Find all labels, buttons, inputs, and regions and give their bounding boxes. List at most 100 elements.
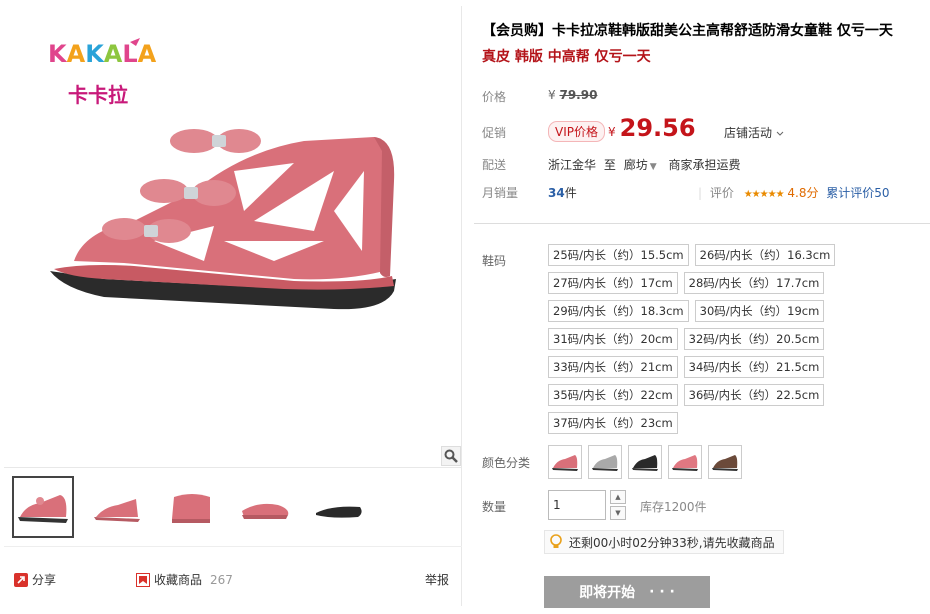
svg-text:KAKALA: KAKALA xyxy=(48,40,157,68)
sandal-swatch-icon xyxy=(712,455,738,471)
size-option[interactable]: 29码/内长（约）18.3cm xyxy=(548,300,689,322)
size-option[interactable]: 31码/内长（约）20cm xyxy=(548,328,678,350)
color-swatch[interactable] xyxy=(708,445,742,479)
shop-activity-label: 店铺活动 xyxy=(724,126,773,140)
product-title: 【会员购】卡卡拉凉鞋韩版甜美公主高帮舒适防滑女童鞋 仅亏一天 xyxy=(482,23,893,39)
favorite-count: 267 xyxy=(210,572,233,587)
report-link[interactable]: 举报 xyxy=(425,571,449,588)
caret-down-icon: ▼ xyxy=(615,509,621,517)
brand-logo: KAKALA 卡卡拉 xyxy=(48,36,158,108)
size-label: 鞋码 xyxy=(482,254,507,268)
countdown-notice: 还剩00小时02分钟33秒,请先收藏商品 xyxy=(544,530,784,554)
coming-soon-label: 即将开始 xyxy=(579,585,636,601)
product-gallery: KAKALA 卡卡拉 分享 收藏商品 267 举报 xyxy=(4,6,462,606)
zoom-button[interactable] xyxy=(441,446,461,466)
size-option[interactable]: 27码/内长（约）17cm xyxy=(548,272,678,294)
stock-info: 库存1200件 xyxy=(640,500,707,514)
quantity-input[interactable] xyxy=(548,490,606,520)
favorite-label: 收藏商品 xyxy=(154,573,203,587)
size-option[interactable]: 28码/内长（约）17.7cm xyxy=(683,272,825,294)
shipping-from: 浙江金华 xyxy=(548,158,597,172)
coming-soon-button[interactable]: 即将开始 · · · xyxy=(544,576,710,608)
monthly-sales-count: 34 xyxy=(548,186,565,200)
favorite-link[interactable]: 收藏商品 267 xyxy=(136,571,233,588)
sandal-thumb-icon xyxy=(242,503,289,519)
promo-price-value: 29.56 xyxy=(619,114,696,142)
vip-price-badge: VIP价格 xyxy=(548,121,605,142)
size-option[interactable]: 37码/内长（约）23cm xyxy=(548,412,678,434)
sandal-sole-thumb-icon xyxy=(316,506,362,518)
thumbnail-4[interactable] xyxy=(234,476,296,538)
color-swatch[interactable] xyxy=(628,445,662,479)
original-price-value: 79.90 xyxy=(559,88,598,102)
shipping-to-word: 至 xyxy=(603,158,616,172)
color-options xyxy=(548,445,742,479)
sandal-thumb-icon xyxy=(94,499,140,522)
sandal-swatch-icon xyxy=(552,455,578,471)
shipping-fee: 商家承担运费 xyxy=(668,158,741,172)
quantity-decrease-button[interactable]: ▼ xyxy=(610,506,626,520)
sandal-swatch-icon xyxy=(632,455,658,471)
color-swatch[interactable] xyxy=(668,445,702,479)
size-option[interactable]: 33码/内长（约）21cm xyxy=(548,356,678,378)
shipping-destination: 廊坊 xyxy=(623,158,648,172)
size-option[interactable]: 25码/内长（约）15.5cm xyxy=(548,244,689,266)
sandal-thumb-icon xyxy=(172,494,210,523)
main-product-image[interactable]: KAKALA 卡卡拉 xyxy=(4,6,462,468)
chevron-down-icon xyxy=(776,131,784,136)
size-option[interactable]: 34码/内长（约）21.5cm xyxy=(683,356,825,378)
lightbulb-icon xyxy=(550,534,562,548)
shipping-destination-select[interactable]: 廊坊 ▼ xyxy=(624,158,665,172)
rating-divider: | xyxy=(698,186,703,200)
shipping-label: 配送 xyxy=(482,158,507,172)
currency-symbol: ¥ xyxy=(548,88,556,102)
thumbnail-2[interactable] xyxy=(86,476,148,538)
caret-down-icon: ▼ xyxy=(649,162,657,172)
size-option[interactable]: 26码/内长（约）16.3cm xyxy=(694,244,836,266)
share-icon xyxy=(14,572,28,587)
product-subtitle: 真皮 韩版 中高帮 仅亏一天 xyxy=(482,49,651,65)
color-label: 颜色分类 xyxy=(482,456,531,470)
color-swatch[interactable] xyxy=(588,445,622,479)
rating-score: 4.8分 xyxy=(787,186,819,200)
brand-logo-wordmark: KAKALA xyxy=(48,38,157,68)
color-swatch[interactable] xyxy=(548,445,582,479)
size-option[interactable]: 32码/内长（约）20.5cm xyxy=(683,328,825,350)
price-label: 价格 xyxy=(482,90,507,104)
monthly-sales-label: 月销量 xyxy=(482,186,519,200)
original-price: ¥ 79.90 xyxy=(548,88,597,102)
monthly-sales: 34件 xyxy=(548,184,577,201)
share-label: 分享 xyxy=(32,573,57,587)
magnifier-icon xyxy=(444,449,458,463)
countdown-text: 还剩00小时02分钟33秒,请先收藏商品 xyxy=(569,535,775,550)
sandal-illustration xyxy=(44,111,404,316)
promo-currency-symbol: ¥ xyxy=(608,125,616,139)
favorite-icon xyxy=(136,572,150,587)
rating-label: 评价 xyxy=(709,186,734,200)
promo-label: 促销 xyxy=(482,126,507,140)
thumbnail-3[interactable] xyxy=(160,476,222,538)
review-count-link[interactable]: 累计评价50 xyxy=(826,186,889,200)
thumbnail-1[interactable] xyxy=(12,476,74,538)
report-label: 举报 xyxy=(425,573,450,587)
rating-info: | 评价 ★★★★★ 4.8分 累计评价50 xyxy=(698,184,890,201)
product-info-panel: 【会员购】卡卡拉凉鞋韩版甜美公主高帮舒适防滑女童鞋 仅亏一天 真皮 韩版 中高帮… xyxy=(474,0,930,614)
sandal-swatch-icon xyxy=(672,455,698,471)
quantity-increase-button[interactable]: ▲ xyxy=(610,490,626,504)
share-link[interactable]: 分享 xyxy=(14,571,56,588)
size-option[interactable]: 30码/内长（约）19cm xyxy=(694,300,825,322)
quantity-label: 数量 xyxy=(482,500,507,514)
size-option[interactable]: 35码/内长（约）22cm xyxy=(548,384,678,406)
star-rating-icon: ★★★★★ xyxy=(743,189,785,200)
shop-activity-dropdown[interactable]: 店铺活动 xyxy=(724,124,784,141)
price-section: 价格 ¥ 79.90 促销 VIP价格 ¥29.56 店铺活动 配送 浙江金华 … xyxy=(474,76,930,224)
brand-name-cn: 卡卡拉 xyxy=(68,83,128,107)
thumbnail-5[interactable] xyxy=(308,476,370,538)
gallery-footer: 分享 收藏商品 267 举报 xyxy=(4,546,462,606)
sandal-swatch-icon xyxy=(592,455,618,471)
promo-price: ¥29.56 xyxy=(608,114,696,142)
size-option[interactable]: 36码/内长（约）22.5cm xyxy=(683,384,825,406)
sandal-thumb-icon xyxy=(18,495,68,523)
caret-up-icon: ▲ xyxy=(615,493,621,501)
loading-dots-icon: · · · xyxy=(649,584,675,600)
